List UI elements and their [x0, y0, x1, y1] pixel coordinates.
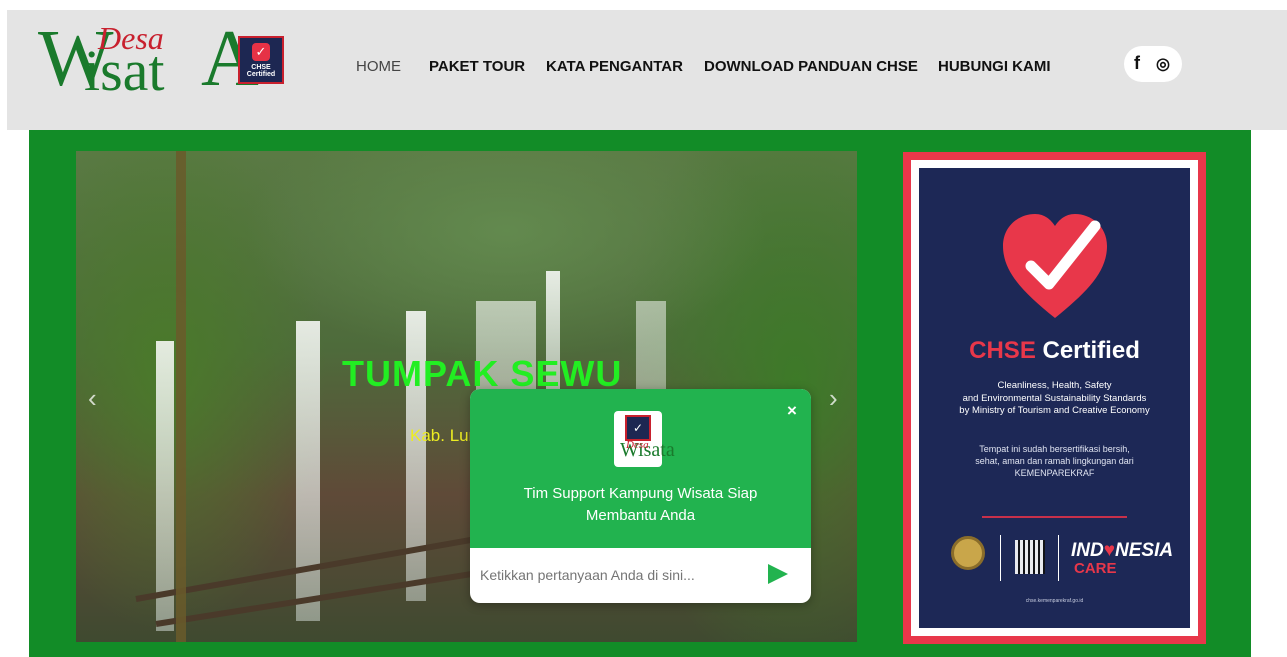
nav-item-home[interactable]: HOME [356, 58, 401, 75]
nav-item-download-panduan-chse[interactable]: DOWNLOAD PANDUAN CHSE [704, 58, 918, 75]
divider [1058, 535, 1059, 581]
nav-item-kata-pengantar[interactable]: KATA PENGANTAR [546, 58, 683, 75]
slider-next-arrow[interactable]: › [829, 383, 838, 414]
indonesia-care-logo: IND♥NESIA [1071, 540, 1174, 561]
logo-text-desa: Desa [98, 20, 164, 56]
heart-check-icon: ✓ [252, 43, 270, 61]
certificate-title: CHSE Certified [969, 337, 1140, 364]
chat-widget: × ✓ Wisata Desa Tim Support Kampung Wisa… [470, 389, 811, 603]
slider-prev-arrow[interactable]: ‹ [88, 383, 97, 414]
divider [1000, 535, 1001, 581]
ministry-seal-icon [951, 536, 985, 570]
badge-label: CHSE Certified [246, 64, 276, 78]
facebook-icon[interactable]: f [1134, 53, 1140, 74]
site-logo[interactable]: W isat A Desa ✓ CHSE Certified [38, 16, 293, 102]
chat-input[interactable] [480, 567, 750, 583]
heart-check-icon: ✓ [625, 415, 651, 441]
certificate-description: Cleanliness, Health, Safety and Environm… [959, 380, 1150, 416]
chat-message: Tim Support Kampung Wisata Siap Membantu… [523, 485, 758, 524]
chse-badge: ✓ CHSE Certified [238, 36, 284, 84]
certificate-divider [982, 516, 1127, 518]
nav-item-hubungi-kami[interactable]: HUBUNGI KAMI [938, 58, 1051, 75]
care-label: CARE [1074, 560, 1117, 577]
close-icon[interactable]: × [787, 401, 797, 421]
certificate-url: chse.kemenparekraf.go.id [1025, 598, 1084, 604]
certificate-note: Tempat ini sudah bersertifikasi bersih, … [975, 444, 1134, 478]
qr-code-icon [1015, 540, 1045, 574]
send-icon[interactable] [768, 564, 788, 584]
chat-logo: ✓ Wisata Desa [614, 411, 675, 467]
chat-logo-desa: Desa [626, 439, 649, 451]
heart-check-icon [1003, 214, 1107, 318]
instagram-icon[interactable]: ◎ [1156, 54, 1170, 74]
social-links: f ◎ [1124, 46, 1182, 82]
nav-item-paket-tour[interactable]: PAKET TOUR [429, 58, 525, 75]
